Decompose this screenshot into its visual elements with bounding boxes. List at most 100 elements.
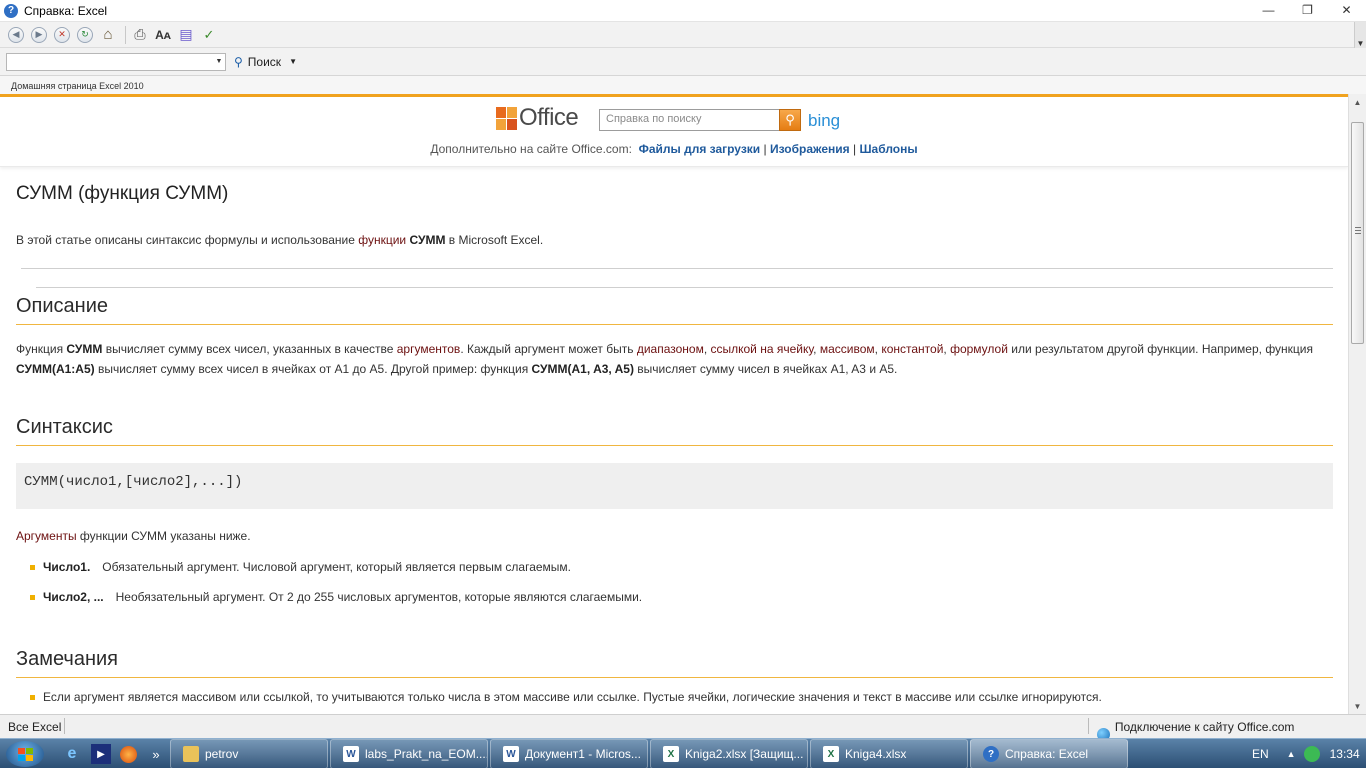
task-excel-2[interactable]: X Kniga4.xlsx	[810, 739, 968, 769]
scroll-up-icon[interactable]: ▲	[1349, 94, 1366, 110]
close-icon[interactable]: ✕	[1327, 0, 1366, 20]
folder-icon	[183, 746, 199, 762]
media-icon[interactable]: ▶	[91, 744, 111, 764]
system-tray: EN ▲ 13:34	[1244, 739, 1366, 769]
home-icon[interactable]: ⌂	[98, 25, 118, 45]
refresh-icon[interactable]: ↻	[75, 25, 95, 45]
more-prefix: Дополнительно на сайте Office.com:	[430, 142, 632, 156]
task-folder[interactable]: petrov	[170, 739, 328, 769]
arguments-list: Число1. Обязательный аргумент. Числовой а…	[30, 560, 1333, 604]
quick-launch: e ▶ »	[62, 744, 175, 764]
office-search-input[interactable]: Справка по поиску	[599, 109, 801, 131]
taskbar: e ▶ » petrov W labs_Prakt_na_EOM.... W Д…	[0, 738, 1366, 769]
word-icon: W	[503, 746, 519, 762]
task-help[interactable]: ? Справка: Excel	[970, 739, 1128, 769]
description-paragraph: Функция СУММ вычисляет сумму всех чисел,…	[16, 342, 1314, 376]
tray-app-icon[interactable]	[1303, 746, 1320, 762]
section-heading-syntax: Синтаксис	[16, 416, 1333, 446]
section-heading-remarks: Замечания	[16, 648, 1333, 678]
toolbar-separator	[125, 25, 126, 44]
scroll-thumb[interactable]	[1351, 122, 1364, 344]
section-heading-description: Описание	[16, 295, 1333, 325]
list-item: Число2, ... Необязательный аргумент. От 2…	[30, 590, 1333, 604]
syntax-code-block: СУММ(число1,[число2],...])	[16, 463, 1333, 509]
firefox-icon[interactable]	[120, 745, 137, 763]
link-separator: |	[763, 142, 767, 156]
office-header: Office Справка по поиску ⚲ bing Дополнит…	[0, 97, 1348, 167]
divider	[36, 287, 1333, 288]
office-logo: Office	[496, 104, 579, 131]
status-divider	[64, 718, 65, 734]
search-icon: ⚲	[234, 54, 243, 69]
term-link[interactable]: массивом	[820, 342, 875, 356]
task-excel-1[interactable]: X Kniga2.xlsx [Защищ...	[650, 739, 808, 769]
back-icon[interactable]: ◀	[6, 25, 26, 45]
vertical-scrollbar[interactable]: ▲ ▼	[1348, 94, 1366, 714]
window-controls: — ❐ ✕	[1249, 0, 1366, 20]
breadcrumb-home-link[interactable]: Домашняя страница Excel 2010	[11, 81, 144, 91]
more-on-office-line: Дополнительно на сайте Office.com: Файлы…	[0, 142, 1348, 156]
scroll-down-icon[interactable]: ▼	[1349, 698, 1366, 714]
term-link[interactable]: диапазоном	[637, 342, 704, 356]
status-divider	[1088, 718, 1089, 734]
link-downloads[interactable]: Файлы для загрузки	[639, 142, 761, 156]
forward-icon[interactable]: ▶	[29, 25, 49, 45]
article: СУММ (функция СУММ) В этой статье описан…	[0, 183, 1348, 704]
ie-icon[interactable]: e	[62, 744, 82, 764]
term-link[interactable]: аргументов	[397, 342, 461, 356]
show-hidden-icons-icon[interactable]: ▲	[1287, 749, 1296, 759]
page-title: СУММ (функция СУММ)	[16, 183, 229, 204]
arguments-intro: Аргументы функции СУММ указаны ниже.	[16, 529, 251, 543]
title-bar: ? Справка: Excel — ❐ ✕	[0, 0, 1366, 22]
windows-logo-icon	[17, 747, 33, 761]
term-link[interactable]: формулой	[950, 342, 1008, 356]
term-link[interactable]: константой	[881, 342, 943, 356]
help-icon: ?	[983, 746, 999, 762]
search-dropdown-icon[interactable]: ▼	[289, 57, 297, 66]
font-size-icon[interactable]: Aᴀ	[153, 25, 173, 45]
task-word-1[interactable]: W labs_Prakt_na_EOM....	[330, 739, 488, 769]
toolbar-overflow[interactable]: ▼	[1354, 22, 1366, 48]
breadcrumb: Домашняя страница Excel 2010	[0, 76, 1366, 94]
word-icon: W	[343, 746, 359, 762]
search-icon: ⚲	[785, 112, 795, 127]
restore-icon[interactable]: ❐	[1288, 0, 1327, 20]
intro-paragraph: В этой статье описаны синтаксис формулы …	[16, 233, 544, 247]
book-icon[interactable]: ▤	[176, 25, 196, 45]
chevron-down-icon[interactable]: ▼	[213, 54, 225, 70]
status-bar: Все Excel Подключение к сайту Office.com…	[0, 714, 1366, 748]
task-word-2[interactable]: W Документ1 - Micros...	[490, 739, 648, 769]
link-images[interactable]: Изображения	[770, 142, 850, 156]
bing-logo: bing	[808, 111, 841, 130]
help-icon: ?	[4, 3, 18, 18]
office-search-button[interactable]: ⚲	[779, 109, 801, 131]
term-link[interactable]: Аргументы	[16, 529, 77, 543]
clock[interactable]: 13:34	[1330, 747, 1360, 761]
divider	[21, 268, 1333, 269]
minimize-icon[interactable]: —	[1249, 0, 1288, 20]
toolbar: ◀ ▶ ✕ ↻ ⌂ ⎙ Aᴀ ▤ ✓ ▼	[0, 22, 1366, 48]
language-indicator[interactable]: EN	[1252, 747, 1269, 761]
overflow-chevron-icon[interactable]: »	[146, 744, 166, 764]
status-scope[interactable]: Все Excel	[8, 720, 61, 734]
window-title: Справка: Excel	[24, 3, 108, 18]
help-content: Office Справка по поиску ⚲ bing Дополнит…	[0, 97, 1348, 714]
term-link[interactable]: ссылкой на ячейку	[711, 342, 814, 356]
start-button[interactable]	[6, 741, 44, 767]
search-button-label: Поиск	[247, 54, 282, 69]
search-button[interactable]: ⚲ Поиск ▼	[234, 55, 297, 69]
term-link[interactable]: функции	[358, 233, 406, 247]
remarks-list: Если аргумент является массивом или ссыл…	[30, 690, 1333, 704]
task-list: petrov W labs_Prakt_na_EOM.... W Докумен…	[170, 739, 1130, 769]
office-logo-text: Office	[519, 104, 579, 131]
office-logo-icon	[496, 107, 518, 131]
link-separator: |	[853, 142, 857, 156]
list-item: Число1. Обязательный аргумент. Числовой а…	[30, 560, 1333, 574]
link-templates[interactable]: Шаблоны	[859, 142, 917, 156]
stop-icon[interactable]: ✕	[52, 25, 72, 45]
pin-icon[interactable]: ✓	[199, 25, 219, 45]
excel-icon: X	[663, 746, 679, 762]
list-item: Если аргумент является массивом или ссыл…	[30, 690, 1333, 704]
search-combo[interactable]: ▼	[6, 52, 226, 71]
print-icon[interactable]: ⎙	[130, 25, 150, 45]
